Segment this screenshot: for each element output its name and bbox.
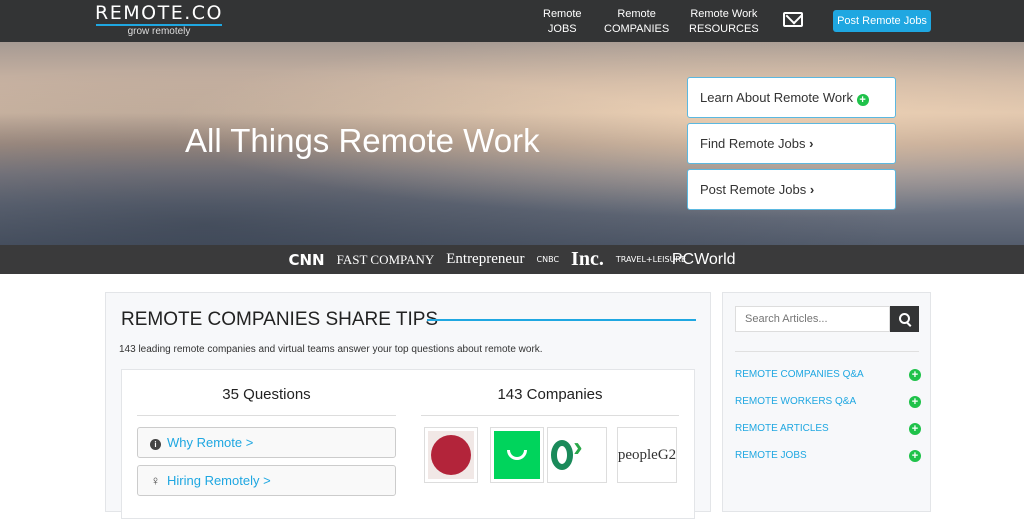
search-articles-input[interactable]	[735, 306, 890, 332]
questions-heading: 35 Questions	[222, 386, 311, 403]
chevron-right-icon: ›	[809, 136, 814, 151]
plus-circle-icon[interactable]: +	[909, 423, 921, 435]
sidebar: REMOTE COMPANIES Q&A+ REMOTE WORKERS Q&A…	[722, 292, 931, 512]
company-logo-peopleg2[interactable]: peopleG2	[617, 427, 677, 483]
sidebar-link-companies-qa[interactable]: REMOTE COMPANIES Q&A +	[735, 369, 921, 381]
section-subtitle: 143 leading remote companies and virtual…	[119, 344, 543, 355]
company-logo-smile[interactable]	[490, 427, 544, 483]
nav-remote-resources[interactable]: Remote Work RESOURCES	[689, 7, 759, 37]
hero-banner: All Things Remote Work Learn About Remot…	[0, 42, 1024, 245]
divider	[137, 415, 396, 416]
why-remote-link[interactable]: i Why Remote >	[137, 427, 396, 458]
nav-remote-jobs[interactable]: Remote JOBS	[543, 7, 582, 37]
post-remote-jobs-button[interactable]: Post Remote Jobs	[833, 10, 931, 32]
press-logo-inc: Inc.	[571, 248, 604, 270]
info-icon: i	[150, 439, 161, 450]
plus-circle-icon[interactable]: +	[909, 450, 921, 462]
sidebar-link-jobs[interactable]: REMOTE JOBS +	[735, 450, 921, 462]
title-rule	[427, 319, 696, 321]
company-logo-chat[interactable]: ›	[547, 427, 607, 483]
top-nav: REMOTE.CO grow remotely Remote JOBS Remot…	[0, 0, 1024, 42]
press-logo-cnn: CNN	[288, 250, 325, 269]
remote-companies-tips-panel: REMOTE COMPANIES SHARE TIPS 143 leading …	[105, 292, 711, 519]
post-remote-jobs-hero-button[interactable]: Post Remote Jobs ›	[687, 169, 896, 210]
companies-heading: 143 Companies	[497, 386, 603, 403]
nav-remote-companies[interactable]: Remote COMPANIES	[604, 7, 669, 37]
find-remote-jobs-button[interactable]: Find Remote Jobs ›	[687, 123, 896, 164]
press-logo-cnbc: CNBC	[536, 255, 560, 264]
sidebar-link-articles[interactable]: REMOTE ARTICLES +	[735, 423, 921, 435]
mail-icon[interactable]	[783, 12, 803, 27]
press-logos-bar: CNN FAST COMPANY Entrepreneur CNBC Inc. …	[0, 245, 1024, 274]
divider	[421, 415, 679, 416]
logo[interactable]: REMOTE.CO grow remotely	[94, 3, 224, 38]
learn-about-remote-work-button[interactable]: Learn About Remote Work +	[687, 77, 896, 118]
company-logo-cb[interactable]	[424, 427, 478, 483]
divider	[735, 351, 919, 352]
plus-circle-icon[interactable]: +	[909, 369, 921, 381]
plus-circle-icon: +	[856, 94, 869, 106]
plus-circle-icon[interactable]: +	[909, 396, 921, 408]
press-logo-entrepreneur: Entrepreneur	[446, 251, 525, 267]
person-icon: ♀	[150, 473, 161, 488]
press-logo-fastcompany: FAST COMPANY	[336, 251, 435, 267]
tips-box: 35 Questions 143 Companies i Why Remote >…	[121, 369, 695, 519]
press-logo-pcworld: PCWorld	[671, 250, 736, 268]
press-logo-travel-leisure: TRAVEL+LEISURE	[615, 255, 687, 264]
hiring-remotely-link[interactable]: ♀ Hiring Remotely >	[137, 465, 396, 496]
chevron-right-icon: ›	[809, 182, 815, 197]
hero-title: All Things Remote Work	[185, 122, 540, 159]
section-title: REMOTE COMPANIES SHARE TIPS	[121, 309, 439, 330]
search-button[interactable]	[890, 306, 919, 332]
sidebar-link-workers-qa[interactable]: REMOTE WORKERS Q&A +	[735, 396, 921, 408]
